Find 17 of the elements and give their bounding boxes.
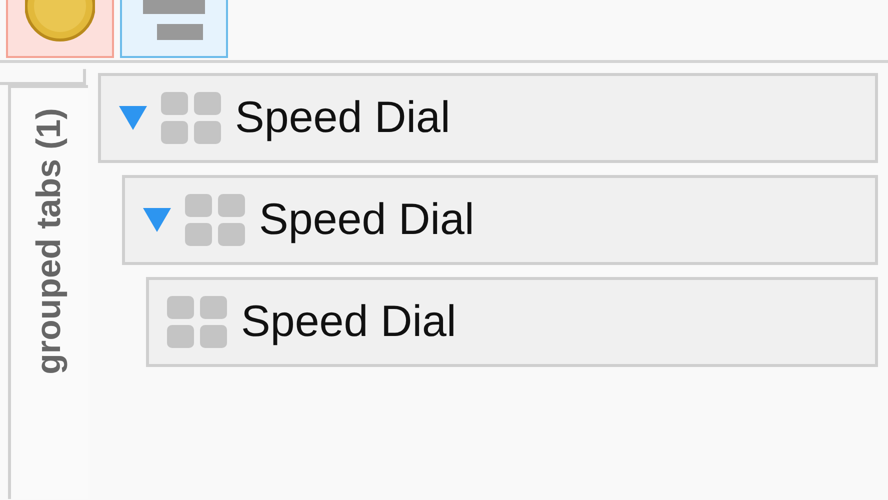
speed-dial-icon: [161, 92, 221, 144]
speed-dial-icon: [167, 296, 227, 348]
coin-icon: [25, 0, 95, 42]
coin-button[interactable]: [6, 0, 114, 58]
tab-group-row[interactable]: Speed Dial: [146, 277, 878, 367]
speed-dial-icon: [185, 194, 245, 246]
tab-title: Speed Dial: [235, 93, 450, 143]
sidebar-tab[interactable]: grouped tabs (1): [8, 85, 88, 499]
panel-button[interactable]: [120, 0, 228, 58]
tab-group-row[interactable]: Speed Dial: [122, 175, 878, 265]
tab-title: Speed Dial: [259, 195, 474, 245]
panel-icon: [143, 0, 205, 42]
expand-triangle-icon[interactable]: [143, 208, 171, 232]
tab-label: grouped tabs (1): [30, 108, 69, 374]
tab-group-row[interactable]: Speed Dial: [98, 73, 878, 163]
tab-title: Speed Dial: [241, 297, 456, 347]
expand-triangle-icon[interactable]: [119, 106, 147, 130]
